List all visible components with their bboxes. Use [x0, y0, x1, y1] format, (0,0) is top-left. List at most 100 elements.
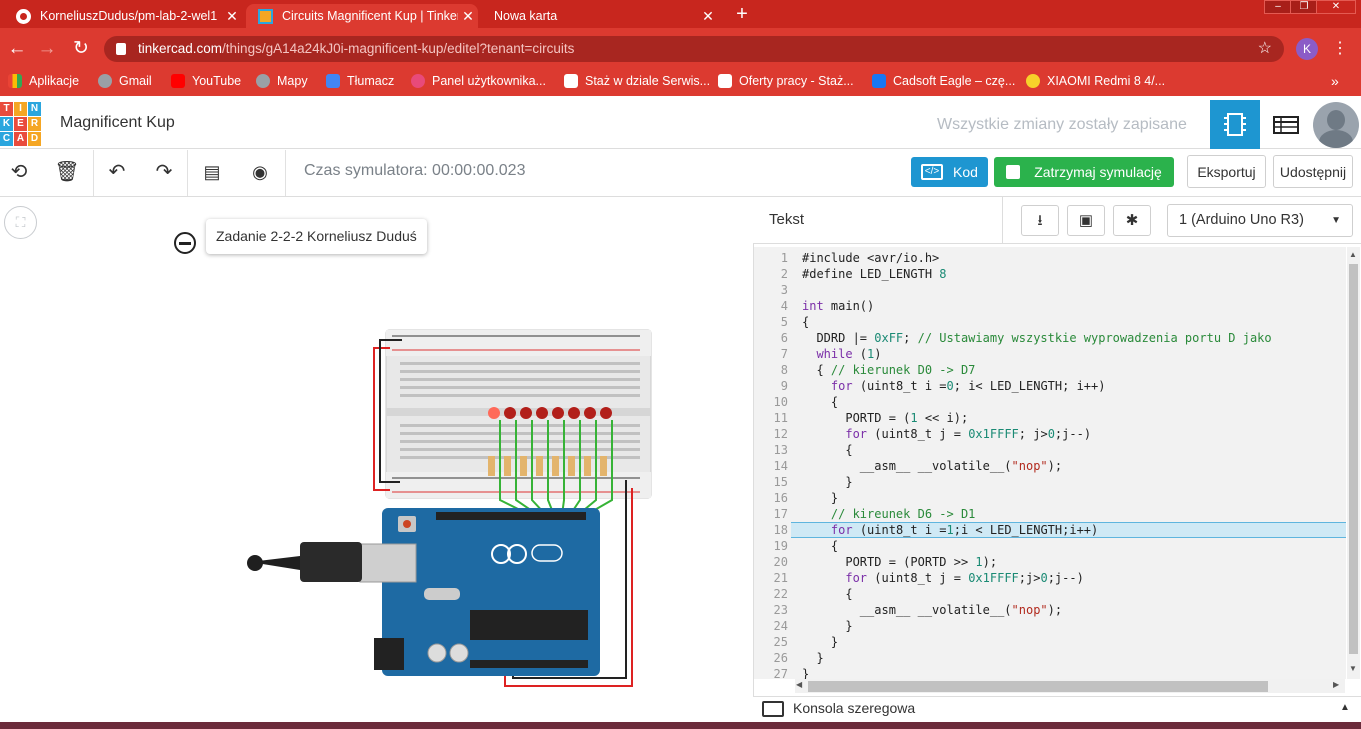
project-title[interactable]: Magnificent Kup — [60, 114, 175, 132]
code-line[interactable]: #define LED_LENGTH 8 — [802, 267, 947, 281]
fit-view-icon[interactable]: ⛶ — [4, 206, 37, 239]
code-line[interactable]: __asm__ __volatile__("nop"); — [802, 603, 1062, 617]
bookmark-aplikacje[interactable]: Aplikacje — [8, 72, 79, 90]
close-icon[interactable]: ✕ — [698, 8, 718, 25]
vertical-scroll-thumb[interactable] — [1349, 264, 1358, 654]
save-status: Wszystkie zmiany zostały zapisane — [937, 116, 1187, 133]
code-line[interactable]: PORTD = (PORTD >> 1); — [802, 555, 997, 569]
close-icon[interactable]: ✕ — [222, 8, 242, 25]
scroll-up-icon[interactable]: ▲ — [1349, 250, 1357, 259]
export-button[interactable]: Eksportuj — [1187, 155, 1266, 188]
reload-icon[interactable]: ↻ — [70, 38, 92, 60]
scroll-right-icon[interactable]: ▶ — [1333, 680, 1339, 689]
device-select-value: 1 (Arduino Uno R3) — [1179, 212, 1304, 228]
bookmark-label: Mapy — [277, 74, 308, 88]
code-line[interactable]: PORTD = (1 << i); — [802, 411, 968, 425]
library-icon[interactable]: ▣ — [1067, 205, 1105, 236]
canvas-note[interactable]: Zadanie 2-2-2 Korneliusz Duduś — [206, 219, 427, 254]
restore-icon[interactable]: ❐ — [1290, 0, 1318, 14]
minus-circle-icon[interactable] — [174, 232, 196, 254]
crystal — [424, 588, 460, 600]
trash-icon[interactable]: 🗑 — [54, 160, 80, 184]
tinkercad-logo[interactable]: T I N K E R C A D — [0, 100, 42, 146]
code-line[interactable]: DDRD |= 0xFF; // Ustawiamy wszystkie wyp… — [802, 331, 1271, 345]
usb-plug[interactable] — [300, 542, 362, 582]
code-line[interactable]: } — [802, 635, 838, 649]
code-line[interactable]: __asm__ __volatile__("nop"); — [802, 459, 1062, 473]
code-line[interactable]: for (uint8_t j = 0x1FFFF;j>0;j--) — [802, 571, 1083, 585]
debug-bug-icon[interactable]: ✱ — [1113, 205, 1151, 236]
atmega-chip — [470, 610, 588, 640]
tab-new[interactable]: Nowa karta ✕ — [482, 4, 718, 28]
stop-simulation-button[interactable]: Zatrzymaj symulację — [994, 157, 1174, 187]
tab-github[interactable]: KorneliuszDudus/pm-lab-2-wel1 ✕ — [4, 4, 242, 28]
code-line[interactable]: for (uint8_t i =1;i < LED_LENGTH;i++) — [802, 523, 1098, 537]
chevron-up-icon[interactable]: ▲ — [1340, 702, 1350, 713]
code-line[interactable]: { — [802, 395, 838, 409]
job-icon — [718, 74, 732, 88]
code-line[interactable]: // kireunek D6 -> D1 — [802, 507, 976, 521]
back-arrow-icon[interactable]: ← — [6, 38, 28, 60]
code-line[interactable]: #include <avr/io.h> — [802, 251, 939, 265]
download-icon[interactable]: ⭳ — [1021, 205, 1059, 236]
rotate-icon[interactable]: ⟲ — [6, 160, 32, 184]
code-line[interactable]: { — [802, 587, 852, 601]
serial-console-label[interactable]: Konsola szeregowa — [793, 700, 915, 716]
circuit-view-button[interactable] — [1210, 100, 1260, 149]
bookmark-gmail[interactable]: Gmail — [98, 72, 152, 90]
code-line[interactable]: { — [802, 443, 852, 457]
horizontal-scroll-thumb[interactable] — [808, 681, 1268, 692]
code-line[interactable]: } — [802, 491, 838, 505]
code-mode-label[interactable]: Tekst — [769, 211, 804, 228]
bookmark-panel[interactable]: Panel użytkownika... — [411, 72, 546, 90]
bookmark-tlumacz[interactable]: Tłumacz — [326, 72, 394, 90]
code-button[interactable]: </> Kod — [911, 157, 988, 187]
code-line[interactable]: { — [802, 315, 809, 329]
bookmark-mapy[interactable]: Mapy — [256, 72, 308, 90]
component-list-button[interactable] — [1262, 100, 1310, 149]
minimize-icon[interactable]: – — [1264, 0, 1292, 14]
circuit-drawing[interactable] — [240, 320, 660, 700]
code-line[interactable]: } — [802, 475, 852, 489]
code-line[interactable]: { // kierunek D0 -> D7 — [802, 363, 975, 377]
code-line[interactable]: } — [802, 651, 823, 665]
code-line[interactable]: } — [802, 667, 809, 679]
line-number: 19 — [773, 539, 788, 553]
code-button-label: Kod — [953, 164, 978, 180]
code-line[interactable]: for (uint8_t i =0; i< LED_LENGTH; i++) — [802, 379, 1106, 393]
code-line[interactable]: { — [802, 539, 838, 553]
capacitor — [427, 643, 447, 663]
redo-icon[interactable]: ↷ — [151, 160, 177, 184]
bookmark-oferty[interactable]: Oferty pracy - Staż... — [718, 72, 854, 90]
close-icon[interactable]: ✕ — [458, 8, 478, 25]
code-line[interactable]: int main() — [802, 299, 874, 313]
bookmark-staz[interactable]: Staż w dziale Serwis... — [564, 72, 710, 90]
avatar[interactable] — [1313, 102, 1359, 148]
menu-dots-icon[interactable]: ⋮ — [1332, 38, 1348, 60]
arduino-uno-board[interactable] — [382, 508, 600, 676]
scroll-down-icon[interactable]: ▼ — [1349, 664, 1357, 673]
tab-tinkercad[interactable]: Circuits Magnificent Kup | Tinkerc ✕ — [246, 4, 478, 28]
eye-icon[interactable]: ◉ — [247, 160, 273, 184]
undo-icon[interactable]: ↶ — [104, 160, 130, 184]
bookmark-youtube[interactable]: YouTube — [171, 72, 241, 90]
star-icon[interactable]: ☆ — [1258, 36, 1272, 62]
usb-connector[interactable] — [359, 543, 417, 583]
code-line[interactable]: } — [802, 619, 852, 633]
close-window-icon[interactable]: ✕ — [1316, 0, 1356, 14]
bookmark-xiaomi[interactable]: XIAOMI Redmi 8 4/... — [1026, 72, 1165, 90]
url-field[interactable]: tinkercad.com/things/gA14a24kJ0i-magnifi… — [104, 36, 1284, 62]
share-button[interactable]: Udostępnij — [1273, 155, 1353, 188]
code-editor[interactable]: 1 #include <avr/io.h> 2 #define LED_LENGTH … — [754, 247, 1346, 679]
more-bookmarks-icon[interactable]: » — [1331, 72, 1339, 90]
note-icon[interactable]: ▤ — [199, 160, 225, 184]
code-line[interactable]: for (uint8_t j = 0x1FFFF; j>0;j--) — [802, 427, 1091, 441]
scroll-left-icon[interactable]: ◀ — [796, 680, 802, 689]
device-select[interactable]: 1 (Arduino Uno R3) ▼ — [1167, 204, 1353, 237]
profile-avatar[interactable]: K — [1296, 38, 1318, 60]
code-line[interactable]: while (1) — [802, 347, 881, 361]
plus-icon[interactable]: + — [731, 3, 753, 25]
forward-arrow-icon[interactable]: → — [36, 38, 58, 60]
url-host: tinkercad.com — [138, 41, 223, 56]
bookmark-cadsoft[interactable]: Cadsoft Eagle – czę... — [872, 72, 1015, 90]
